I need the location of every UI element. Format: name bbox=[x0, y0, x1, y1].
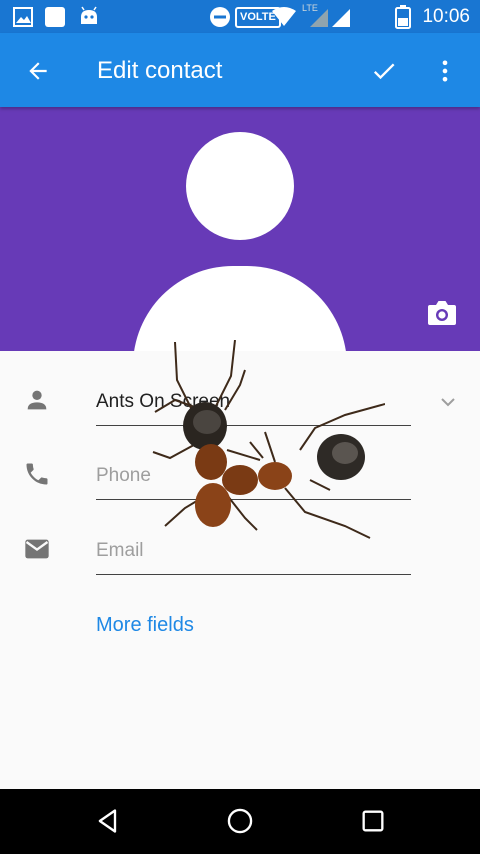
contact-photo[interactable] bbox=[0, 107, 480, 351]
chevron-down-icon[interactable] bbox=[436, 390, 460, 414]
phone-icon bbox=[26, 463, 48, 485]
page-title: Edit contact bbox=[97, 57, 223, 84]
app-bar: Edit contact bbox=[0, 33, 480, 107]
more-vert-icon bbox=[442, 60, 448, 82]
ants-overlay-image bbox=[152, 340, 385, 539]
camera-icon[interactable] bbox=[427, 300, 457, 326]
email-field-underline bbox=[96, 574, 411, 575]
android-icon bbox=[81, 6, 97, 24]
phone-field[interactable]: Phone bbox=[96, 465, 151, 487]
avatar-body bbox=[133, 266, 347, 351]
gallery-icon bbox=[13, 7, 33, 27]
signal-icon bbox=[310, 9, 350, 27]
navigation-bar bbox=[0, 789, 480, 854]
check-icon bbox=[373, 63, 395, 80]
arrow-back-icon bbox=[29, 62, 47, 80]
nav-back-icon[interactable] bbox=[94, 807, 122, 835]
email-icon bbox=[25, 539, 49, 559]
person-icon bbox=[27, 390, 47, 410]
wifi-icon bbox=[272, 7, 296, 26]
status-bar: VOLTE LTE 10:06 bbox=[0, 0, 480, 33]
nav-recents-icon[interactable] bbox=[359, 807, 387, 835]
more-fields-link[interactable]: More fields bbox=[96, 614, 194, 637]
back-button[interactable] bbox=[22, 55, 54, 87]
avatar-head bbox=[186, 132, 294, 240]
battery-icon bbox=[395, 5, 411, 29]
dnd-icon bbox=[210, 7, 230, 27]
app-square-icon bbox=[45, 7, 65, 27]
email-field[interactable]: Email bbox=[96, 540, 144, 562]
nav-home-icon[interactable] bbox=[226, 807, 254, 835]
status-time: 10:06 bbox=[422, 6, 470, 27]
more-options-button[interactable] bbox=[429, 55, 461, 87]
save-button[interactable] bbox=[368, 55, 400, 87]
